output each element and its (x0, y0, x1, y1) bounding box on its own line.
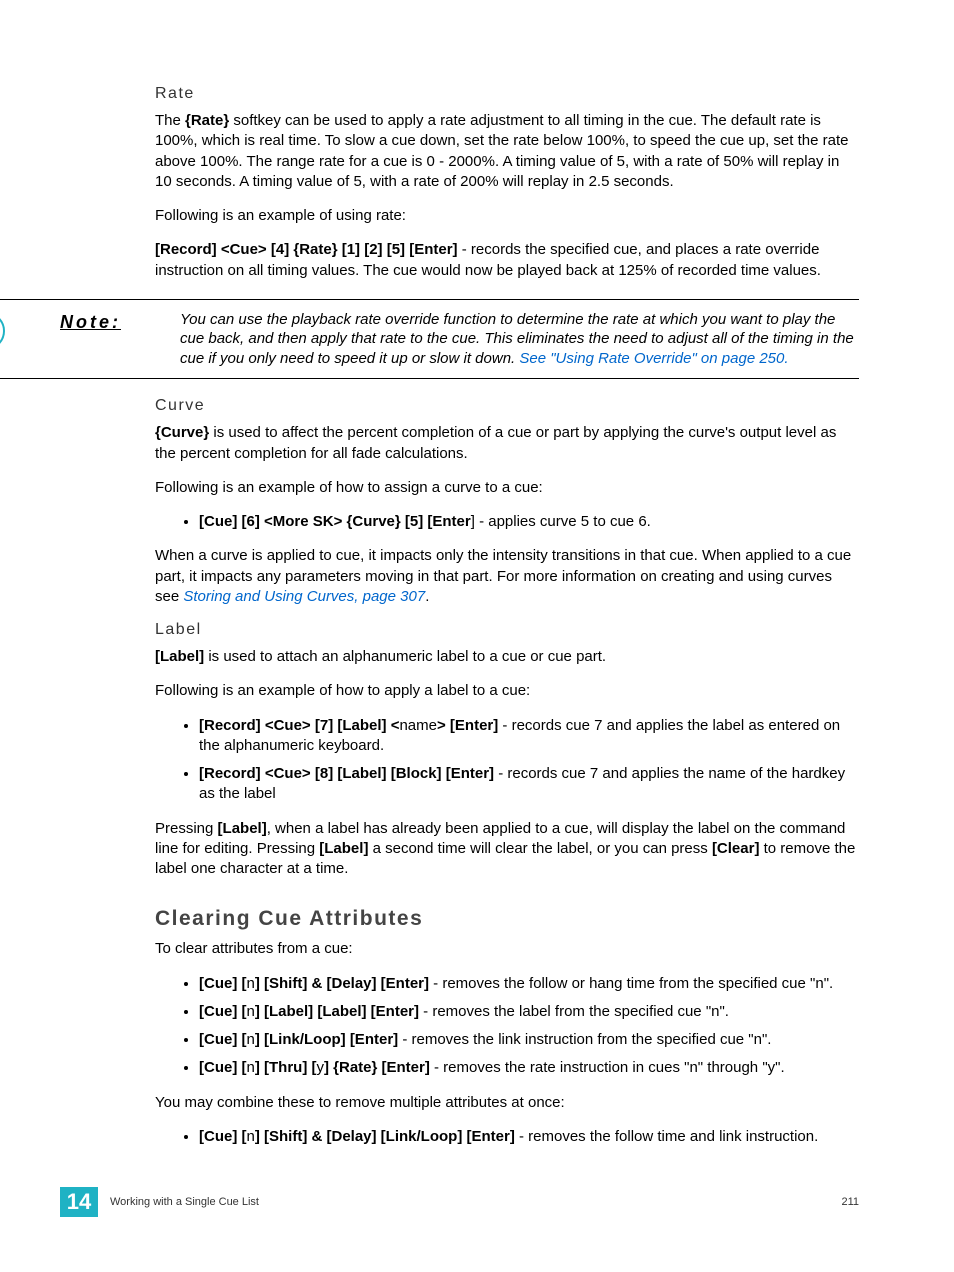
label-key: [Label] (155, 648, 204, 665)
rate-softkey: {Rate} (185, 112, 229, 129)
label-p1: [Label] is used to attach an alphanumeri… (155, 647, 859, 667)
cmd: [Cue] [ (199, 1128, 247, 1145)
page-number: 211 (841, 1196, 859, 1208)
cmd: [Cue] [ (199, 1031, 247, 1048)
text: - removes the rate instruction in cues "… (430, 1059, 785, 1076)
clearing-p1: To clear attributes from a cue: (155, 939, 859, 959)
note-text: You can use the playback rate override f… (180, 310, 859, 369)
text: is used to attach an alphanumeric label … (204, 648, 606, 665)
cmd: ] [Thru] [ (255, 1059, 317, 1076)
note-label: Note: (60, 312, 121, 333)
text: ] - applies curve 5 to cue 6. (471, 513, 651, 530)
clearing-heading: Clearing Cue Attributes (155, 907, 859, 931)
cmd: [Record] <Cue> [7] [Label] < (199, 717, 399, 734)
cmd: ] {Rate} [Enter] (324, 1059, 430, 1076)
label-example-2: [Record] <Cue> [8] [Label] [Block] [Ente… (199, 764, 859, 805)
label-example-1: [Record] <Cue> [7] [Label] <name> [Enter… (199, 716, 859, 757)
clearing-item-4: [Cue] [n] [Thru] [y] {Rate} [Enter] - re… (199, 1058, 859, 1078)
curve-softkey: {Curve} (155, 424, 209, 441)
rate-heading: Rate (155, 85, 859, 103)
curve-p3: When a curve is applied to cue, it impac… (155, 546, 859, 607)
key: [Label] (218, 820, 267, 837)
clearing-item-3: [Cue] [n] [Link/Loop] [Enter] - removes … (199, 1030, 859, 1050)
curve-heading: Curve (155, 397, 859, 415)
clearing-item-5: [Cue] [n] [Shift] & [Delay] [Link/Loop] … (199, 1127, 859, 1147)
var: n (247, 1031, 255, 1048)
key: [Clear] (712, 840, 760, 857)
label-p3: Pressing [Label], when a label has alrea… (155, 819, 859, 880)
text: - removes the link instruction from the … (398, 1031, 771, 1048)
rate-p1: The {Rate} softkey can be used to apply … (155, 111, 859, 192)
chapter-number: 14 (60, 1187, 98, 1217)
text: Pressing (155, 820, 218, 837)
text: is used to affect the percent completion… (155, 424, 836, 461)
rate-p2: Following is an example of using rate: (155, 206, 859, 226)
info-icon: i (0, 312, 5, 350)
var: n (247, 975, 255, 992)
key: [Label] (319, 840, 368, 857)
cmd: [Cue] [ (199, 1003, 247, 1020)
var: n (247, 1059, 255, 1076)
curve-p1: {Curve} is used to affect the percent co… (155, 423, 859, 464)
label-p2: Following is an example of how to apply … (155, 681, 859, 701)
rate-p3: [Record] <Cue> [4] {Rate} [1] [2] [5] [E… (155, 240, 859, 281)
text: - removes the follow time and link instr… (515, 1128, 818, 1145)
text: softkey can be used to apply a rate adju… (155, 112, 848, 190)
clearing-item-1: [Cue] [n] [Shift] & [Delay] [Enter] - re… (199, 974, 859, 994)
text: a second time will clear the label, or y… (368, 840, 712, 857)
cmd: [Cue] [ (199, 1059, 247, 1076)
var: n (247, 1128, 255, 1145)
cmd: ] [Shift] & [Delay] [Link/Loop] [Enter] (255, 1128, 515, 1145)
cmd: ] [Label] [Label] [Enter] (255, 1003, 419, 1020)
chapter-title: Working with a Single Cue List (110, 1196, 259, 1208)
clearing-p2: You may combine these to remove multiple… (155, 1093, 859, 1113)
clearing-item-2: [Cue] [n] [Label] [Label] [Enter] - remo… (199, 1002, 859, 1022)
var: y (316, 1059, 324, 1076)
curve-p2: Following is an example of how to assign… (155, 478, 859, 498)
label-heading: Label (155, 621, 859, 639)
var: n (247, 1003, 255, 1020)
curve-example-cmd: [Cue] [6] <More SK> {Curve} [5] [Enter (199, 513, 471, 530)
cmd: [Cue] [ (199, 975, 247, 992)
curve-link[interactable]: Storing and Using Curves, page 307 (183, 588, 425, 605)
cmd: ] [Link/Loop] [Enter] (255, 1031, 398, 1048)
curve-example-item: [Cue] [6] <More SK> {Curve} [5] [Enter] … (199, 512, 859, 532)
var: name (399, 717, 437, 734)
rate-example-cmd: [Record] <Cue> [4] {Rate} [1] [2] [5] [E… (155, 241, 458, 258)
text: The (155, 112, 185, 129)
cmd: [Record] <Cue> [8] [Label] [Block] [Ente… (199, 765, 494, 782)
page-footer: 14 Working with a Single Cue List 211 (60, 1187, 859, 1217)
text: - removes the label from the specified c… (419, 1003, 729, 1020)
cmd: > [Enter] (437, 717, 498, 734)
note-link[interactable]: See "Using Rate Override" on page 250. (519, 350, 788, 367)
cmd: ] [Shift] & [Delay] [Enter] (255, 975, 429, 992)
text: - removes the follow or hang time from t… (429, 975, 833, 992)
note-block: i Note: You can use the playback rate ov… (0, 299, 859, 380)
text: . (425, 588, 429, 605)
